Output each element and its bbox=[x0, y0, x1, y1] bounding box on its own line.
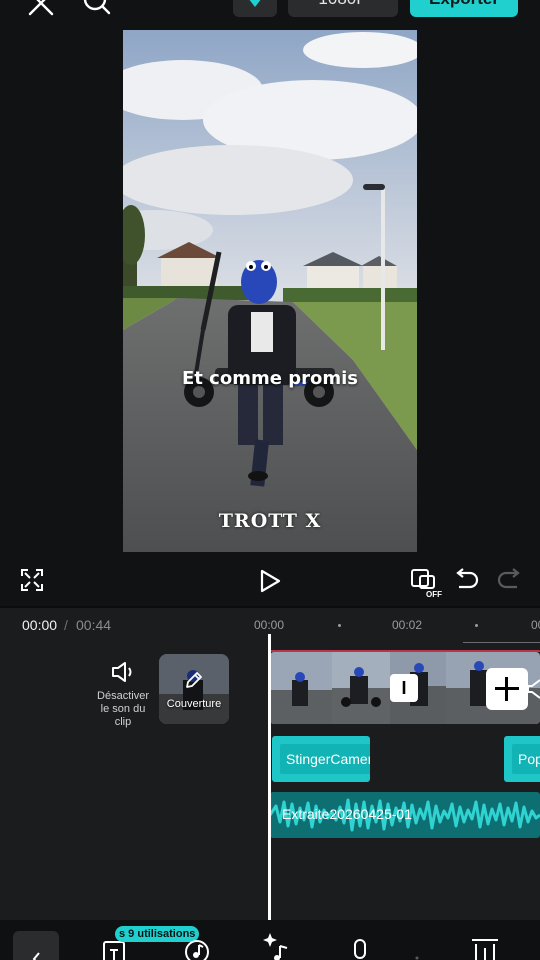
ruler-label: 00:0 bbox=[531, 618, 540, 632]
adjust-icon[interactable] bbox=[470, 928, 500, 960]
audio-clip-label: Extraite20260425-01 bbox=[282, 806, 412, 822]
top-bar: 1080P Exporter bbox=[0, 0, 540, 22]
ruler-label: 00:02 bbox=[392, 618, 423, 632]
redo-icon[interactable] bbox=[496, 568, 522, 592]
play-icon[interactable] bbox=[258, 568, 282, 594]
diamond-icon bbox=[249, 0, 261, 7]
microphone-icon[interactable] bbox=[347, 928, 373, 960]
speaker-icon bbox=[528, 679, 540, 699]
transition-button[interactable]: I bbox=[390, 674, 418, 702]
time-separator: / bbox=[64, 617, 68, 633]
effect-clip[interactable]: Pop bbox=[504, 736, 540, 782]
mute-clip-label: Désactiver le son du clip bbox=[97, 690, 149, 728]
fullscreen-icon[interactable] bbox=[20, 568, 44, 592]
ruler-line bbox=[463, 642, 540, 643]
video-preview[interactable]: Et comme promis TROTT X bbox=[123, 30, 417, 552]
effect-clip-label: StingerCamera bbox=[280, 744, 370, 774]
caption-text[interactable]: Et comme promis bbox=[123, 368, 417, 389]
video-frame bbox=[123, 30, 417, 552]
search-icon[interactable] bbox=[82, 0, 112, 18]
pen-icon bbox=[186, 672, 202, 688]
divider-dot bbox=[415, 956, 419, 960]
cover-label: Couverture bbox=[166, 698, 222, 710]
clip-frame bbox=[270, 652, 332, 724]
audio-clip[interactable]: Extraite20260425-01 bbox=[270, 792, 540, 838]
music-icon[interactable] bbox=[183, 928, 211, 960]
undo-icon[interactable] bbox=[454, 568, 480, 592]
export-button[interactable]: Exporter bbox=[410, 0, 518, 17]
keyframe-off-icon[interactable]: OFF bbox=[410, 568, 444, 598]
back-button[interactable] bbox=[13, 931, 59, 960]
ruler-label: 00:00 bbox=[254, 618, 285, 632]
speaker-icon bbox=[112, 662, 132, 682]
total-duration: 00:44 bbox=[76, 617, 112, 633]
effect-clip-label: Pop bbox=[512, 744, 540, 774]
playhead[interactable] bbox=[268, 634, 271, 920]
resolution-button[interactable]: 1080P bbox=[288, 0, 398, 17]
effect-clip[interactable]: StingerCamera bbox=[272, 736, 370, 782]
watermark-logo: TROTT X bbox=[218, 510, 322, 532]
add-clip-button[interactable] bbox=[486, 668, 528, 710]
svg-text:OFF: OFF bbox=[426, 590, 442, 598]
close-icon[interactable] bbox=[26, 0, 56, 18]
effects-icon[interactable] bbox=[263, 928, 293, 960]
cover-button[interactable]: Couverture bbox=[159, 654, 229, 724]
back-icon bbox=[32, 952, 40, 960]
pro-button[interactable] bbox=[233, 0, 277, 17]
mute-clip-button[interactable]: Désactiver le son du clip bbox=[93, 660, 153, 729]
divider bbox=[0, 606, 540, 608]
ruler-dot bbox=[475, 624, 478, 627]
ruler-dot bbox=[338, 624, 341, 627]
current-time: 00:00 bbox=[22, 617, 58, 633]
clip-frame bbox=[332, 652, 390, 724]
